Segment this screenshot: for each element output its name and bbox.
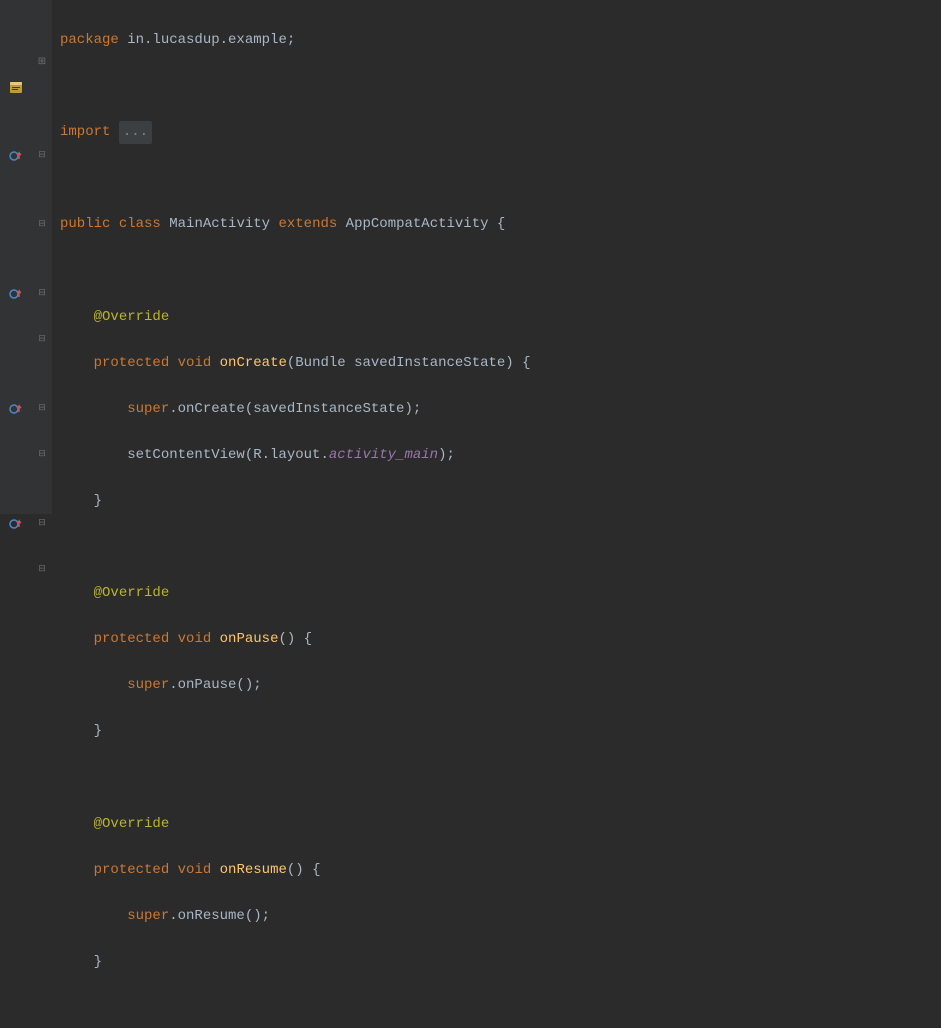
fold-end-icon[interactable]: ⊟ xyxy=(32,443,52,466)
code-line[interactable]: } xyxy=(60,951,941,974)
fold-end-icon[interactable]: ⊟ xyxy=(32,328,52,351)
code-line[interactable]: super.onPause(); xyxy=(60,674,941,697)
collapse-fold-icon[interactable]: ⊟ xyxy=(32,512,52,535)
fold-end-icon[interactable]: ⊟ xyxy=(32,213,52,236)
fold-gutter: ⊞ ⊟ ⊟ ⊟ ⊟ ⊟ ⊟ ⊟ ⊟ xyxy=(32,0,52,514)
expand-fold-icon[interactable]: ⊞ xyxy=(32,52,52,75)
override-icon[interactable] xyxy=(0,144,32,167)
keyword-import: import xyxy=(60,121,110,144)
icon-gutter xyxy=(0,0,32,514)
method-onCreate: onCreate xyxy=(220,352,287,375)
class-file-icon[interactable] xyxy=(0,75,32,98)
code-line[interactable]: } xyxy=(60,721,941,744)
code-line[interactable]: public class MainActivity extends AppCom… xyxy=(60,213,941,236)
collapse-fold-icon[interactable]: ⊟ xyxy=(32,282,52,305)
code-line[interactable]: protected void onCreate(Bundle savedInst… xyxy=(60,352,941,375)
override-icon[interactable] xyxy=(0,282,32,305)
code-editor[interactable]: package in.lucasdup.example; import ... … xyxy=(52,0,941,514)
method-onPause: onPause xyxy=(220,628,279,651)
code-line[interactable]: super.onResume(); xyxy=(60,905,941,928)
code-line[interactable]: package in.lucasdup.example; xyxy=(60,29,941,52)
collapse-fold-icon[interactable]: ⊟ xyxy=(32,397,52,420)
code-line[interactable]: @Override xyxy=(60,582,941,605)
code-line[interactable]: protected void onResume() { xyxy=(60,859,941,882)
override-icon[interactable] xyxy=(0,397,32,420)
code-line[interactable]: @Override xyxy=(60,813,941,836)
code-line[interactable]: super.onCreate(savedInstanceState); xyxy=(60,398,941,421)
annotation-override: @Override xyxy=(94,306,170,329)
code-line[interactable]: setContentView(R.layout.activity_main); xyxy=(60,444,941,467)
folded-imports[interactable]: ... xyxy=(119,121,152,144)
method-onResume: onResume xyxy=(220,859,287,882)
code-line[interactable]: @Override xyxy=(60,306,941,329)
keyword-package: package xyxy=(60,29,119,52)
override-icon[interactable] xyxy=(0,512,32,535)
code-line[interactable]: protected void onPause() { xyxy=(60,628,941,651)
code-line[interactable]: } xyxy=(60,490,941,513)
collapse-fold-icon[interactable]: ⊟ xyxy=(32,144,52,167)
code-line[interactable]: import ... xyxy=(60,121,941,144)
fold-end-icon[interactable]: ⊟ xyxy=(32,558,52,581)
